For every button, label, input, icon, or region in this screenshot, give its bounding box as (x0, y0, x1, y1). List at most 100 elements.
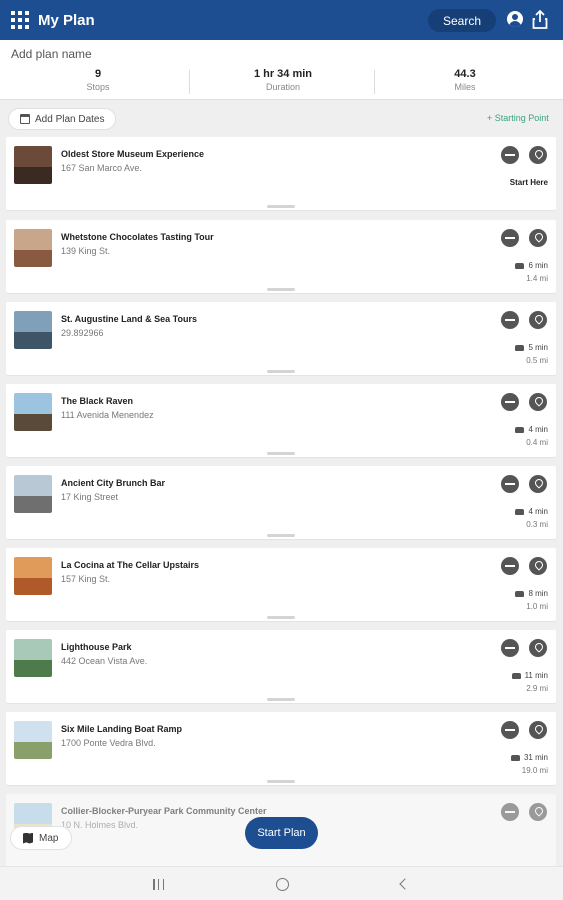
add-plan-dates-button[interactable]: Add Plan Dates (8, 108, 116, 130)
drag-handle[interactable] (267, 452, 295, 455)
stop-thumbnail (14, 639, 52, 677)
location-pin-icon[interactable] (529, 311, 547, 329)
miles-label: Miles (454, 82, 476, 92)
start-plan-button[interactable]: Start Plan (245, 817, 318, 849)
drive-time-value: 8 min (528, 589, 548, 598)
location-pin-icon[interactable] (529, 803, 547, 821)
drag-handle[interactable] (267, 370, 295, 373)
stop-name: Whetstone Chocolates Tasting Tour (61, 232, 214, 242)
remove-stop-icon[interactable] (501, 721, 519, 739)
location-pin-icon[interactable] (529, 557, 547, 575)
stop-address: 10 N. Holmes Blvd. (61, 820, 139, 830)
drive-time: 31 min (510, 753, 548, 762)
stop-name: Ancient City Brunch Bar (61, 478, 166, 488)
drive-time-value: 5 min (528, 343, 548, 352)
plan-name-input[interactable]: Add plan name (11, 47, 92, 61)
drag-handle[interactable] (267, 698, 295, 701)
stop-address: 442 Ocean Vista Ave. (61, 656, 148, 666)
remove-stop-icon[interactable] (501, 557, 519, 575)
drag-handle[interactable] (267, 780, 295, 783)
stop-address: 17 King Street (61, 492, 119, 502)
drive-distance: 0.4 mi (526, 438, 548, 447)
map-button-label: Map (39, 832, 59, 844)
remove-stop-icon[interactable] (501, 146, 519, 164)
home-icon[interactable] (276, 878, 289, 891)
stop-thumbnail (14, 146, 52, 184)
car-icon (515, 590, 525, 597)
recent-apps-icon[interactable] (153, 879, 164, 890)
search-button[interactable]: Search (428, 9, 496, 32)
duration-value: 1 hr 34 min (253, 68, 313, 80)
stop-name: The Black Raven (61, 396, 134, 406)
stop-address: 29.892966 (61, 328, 104, 338)
stop-card[interactable]: Ancient City Brunch Bar 17 King Street 4… (6, 466, 556, 539)
stop-thumbnail (14, 311, 52, 349)
miles-value: 44.3 (454, 68, 476, 80)
miles-stat: 44.3 Miles (372, 68, 558, 92)
stop-card[interactable]: Whetstone Chocolates Tasting Tour 139 Ki… (6, 220, 556, 293)
drag-handle[interactable] (267, 288, 295, 291)
drive-time: 6 min (515, 261, 548, 270)
starting-point-link[interactable]: + Starting Point (487, 113, 549, 123)
stop-thumbnail (14, 475, 52, 513)
drive-distance: 1.0 mi (526, 602, 548, 611)
remove-stop-icon[interactable] (501, 639, 519, 657)
duration-label: Duration (265, 82, 301, 92)
drive-time: 8 min (515, 589, 548, 598)
stop-card[interactable]: La Cocina at The Cellar Upstairs 157 Kin… (6, 548, 556, 621)
share-icon[interactable] (532, 10, 548, 29)
back-icon[interactable] (399, 878, 411, 890)
location-pin-icon[interactable] (529, 229, 547, 247)
location-pin-icon[interactable] (529, 393, 547, 411)
remove-stop-icon[interactable] (501, 475, 519, 493)
location-pin-icon[interactable] (529, 721, 547, 739)
account-icon[interactable] (507, 11, 523, 27)
drive-time: 11 min (511, 671, 548, 680)
remove-stop-icon[interactable] (501, 229, 519, 247)
location-pin-icon[interactable] (529, 475, 547, 493)
stop-address: 1700 Ponte Vedra Blvd. (61, 738, 156, 748)
location-pin-icon[interactable] (529, 146, 547, 164)
stop-address: 167 San Marco Ave. (61, 163, 142, 173)
drag-handle[interactable] (267, 616, 295, 619)
stop-thumbnail (14, 229, 52, 267)
stop-name: Six Mile Landing Boat Ramp (61, 724, 183, 734)
map-icon (23, 832, 33, 844)
remove-stop-icon[interactable] (501, 311, 519, 329)
calendar-icon (20, 114, 30, 124)
app-bar: My Plan Search (0, 0, 563, 40)
drive-time-value: 31 min (523, 753, 548, 762)
drive-time-value: 6 min (528, 261, 548, 270)
stop-card[interactable]: The Black Raven 111 Avenida Menendez 4 m… (6, 384, 556, 457)
drive-distance: 0.3 mi (526, 520, 548, 529)
stop-thumbnail (14, 721, 52, 759)
apps-grid-icon[interactable] (11, 11, 29, 29)
stop-name: Collier-Blocker-Puryear Park Community C… (61, 806, 267, 816)
drive-time-value: 11 min (524, 671, 548, 680)
location-pin-icon[interactable] (529, 639, 547, 657)
stop-name: Lighthouse Park (61, 642, 132, 652)
system-nav-bar (0, 866, 563, 900)
stops-stat: 9 Stops (5, 68, 191, 92)
car-icon (515, 344, 525, 351)
stops-value: 9 (94, 68, 102, 80)
drive-time-value: 4 min (528, 425, 548, 434)
car-icon (515, 508, 525, 515)
car-icon (515, 262, 525, 269)
map-button[interactable]: Map (10, 826, 72, 850)
stop-address: 111 Avenida Menendez (61, 410, 154, 420)
stop-thumbnail (14, 557, 52, 595)
add-plan-dates-label: Add Plan Dates (35, 113, 105, 125)
drive-time: 4 min (515, 425, 548, 434)
drive-distance: 19.0 mi (521, 766, 548, 775)
stop-card[interactable]: Six Mile Landing Boat Ramp 1700 Ponte Ve… (6, 712, 556, 785)
remove-stop-icon[interactable] (501, 803, 519, 821)
stop-card[interactable]: Oldest Store Museum Experience 167 San M… (6, 137, 556, 210)
stop-address: 157 King St. (61, 574, 111, 584)
remove-stop-icon[interactable] (501, 393, 519, 411)
stop-card[interactable]: St. Augustine Land & Sea Tours 29.892966… (6, 302, 556, 375)
drag-handle[interactable] (267, 534, 295, 537)
page-title: My Plan (38, 11, 95, 29)
drag-handle[interactable] (267, 205, 295, 208)
stop-card[interactable]: Lighthouse Park 442 Ocean Vista Ave. 11 … (6, 630, 556, 703)
